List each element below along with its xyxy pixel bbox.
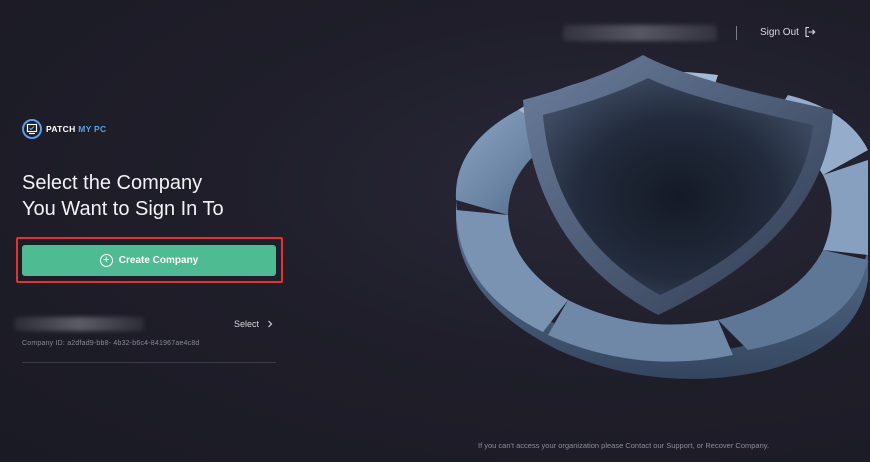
user-display-blurred <box>563 25 717 41</box>
company-id: Company ID: a2dfad9-bb8- 4b32-b6c4-84196… <box>22 340 200 347</box>
page-title-line2: You Want to Sign In To <box>22 198 224 220</box>
sign-out-button[interactable]: Sign Out <box>760 26 816 38</box>
page-title: Select the Company You Want to Sign In T… <box>22 170 322 222</box>
brand-name-secondary: MY PC <box>78 124 107 134</box>
company-select-label: Select <box>234 319 260 329</box>
page-title-line1: Select the Company <box>22 172 203 194</box>
company-divider <box>22 362 276 363</box>
brand-name-primary: PATCH <box>46 124 76 134</box>
sign-out-arrow-icon <box>805 26 816 38</box>
footer-help-text: If you can't access your organization pl… <box>478 441 770 450</box>
plus-circle-icon: + <box>99 254 113 267</box>
company-name-blurred <box>14 317 144 331</box>
shield-hero-illustration <box>455 55 868 379</box>
create-company-label: Create Company <box>118 255 199 266</box>
company-select-button[interactable]: Select <box>234 319 273 329</box>
header-divider <box>736 26 737 40</box>
brand-name: PATCH MY PC <box>46 124 106 134</box>
sign-out-label: Sign Out <box>760 26 799 38</box>
brand-logo: PATCH MY PC <box>22 119 106 139</box>
create-company-button[interactable]: + Create Company <box>22 245 276 276</box>
chevron-right-icon <box>268 320 273 328</box>
patch-my-pc-logo-icon <box>22 119 42 139</box>
